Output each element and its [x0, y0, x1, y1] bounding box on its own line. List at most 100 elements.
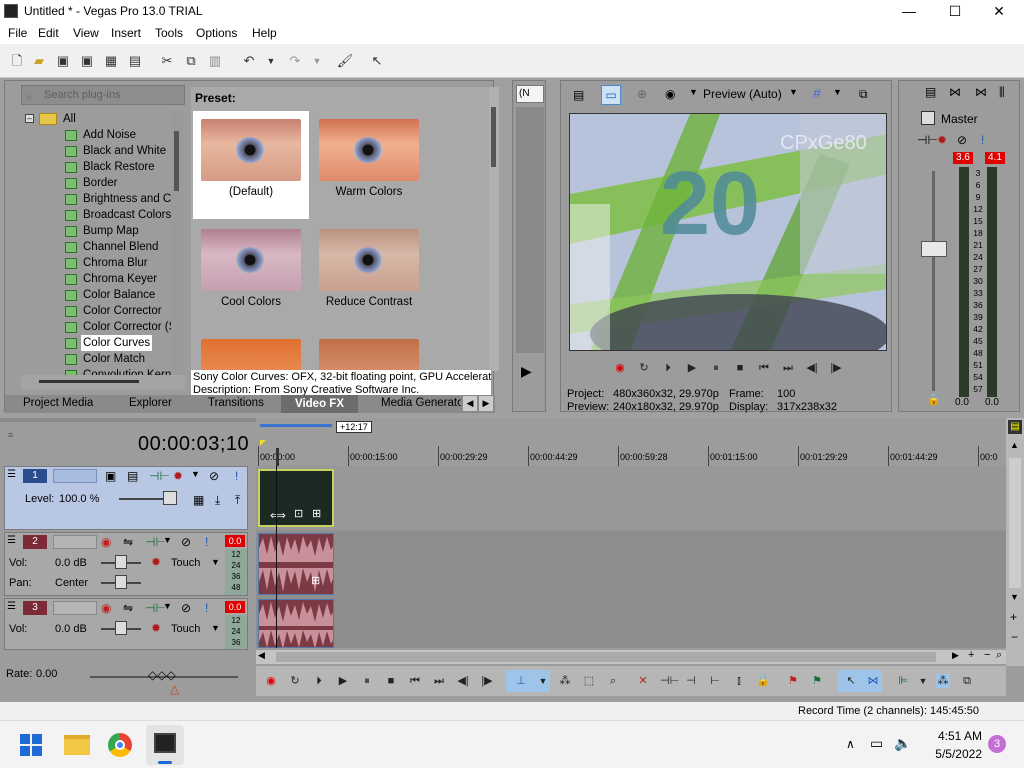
- fx-chain-dropdown-icon[interactable]: ▼: [163, 601, 172, 611]
- zoom-in-horizontal-icon[interactable]: +: [968, 649, 974, 661]
- scroll-down-icon[interactable]: ▼: [1010, 592, 1019, 602]
- preview-props-icon[interactable]: ▤: [573, 88, 584, 102]
- zoom-tool-icon[interactable]: ⌕: [996, 649, 1002, 662]
- insert-marker-icon[interactable]: ⚑: [786, 674, 800, 688]
- zoom-out-horizontal-icon[interactable]: −: [984, 649, 990, 661]
- menu-options[interactable]: Options: [196, 26, 237, 40]
- audio-track-lane[interactable]: [256, 598, 1006, 648]
- event-fx-icon[interactable]: ⊞: [311, 574, 320, 587]
- timeline-ruler[interactable]: +12:17 00:00:0000:00:15:0000:00:29:2900:…: [256, 418, 1006, 466]
- fx-chain-dropdown-icon[interactable]: ▼: [163, 535, 172, 545]
- vol-slider-thumb[interactable]: [115, 621, 127, 635]
- tab-video-fx[interactable]: Video FX: [281, 395, 358, 413]
- menu-insert[interactable]: Insert: [111, 26, 141, 40]
- track-header-video-1[interactable]: ☰ 1 ▣ ▤ ⊣⊢ ✹ ▼ ⊘ ! Level: 100.0 % ▦ ⤓ ⤒: [4, 466, 248, 530]
- tab-media-generators[interactable]: Media Generato: [381, 397, 461, 409]
- preset-reduce-contrast[interactable]: Reduce Contrast: [311, 221, 427, 329]
- cursor-handle[interactable]: [276, 448, 279, 466]
- enable-snapping-icon[interactable]: 🖌: [336, 52, 354, 70]
- invert-phase-icon[interactable]: ⇋: [123, 535, 133, 549]
- tabs-scroll-left-icon[interactable]: ◀: [463, 396, 477, 411]
- automation-icon[interactable]: ✹: [151, 555, 161, 569]
- previous-frame-icon[interactable]: ◀|: [805, 361, 819, 375]
- vegas-taskbar-button[interactable]: [146, 725, 184, 765]
- peak-right-badge[interactable]: 4.1: [985, 152, 1005, 164]
- play-icon[interactable]: ▶: [685, 361, 699, 375]
- volume-icon[interactable]: 🔈: [894, 735, 911, 752]
- track-header-audio-2[interactable]: ☰ 2 ◉ ⇋ ⊣⊢ ▼ ⊘ ! 0.0 Vol: 0.0 dB ✹ Touch…: [4, 532, 248, 596]
- event-fx-icon[interactable]: ⊞: [312, 507, 321, 520]
- overlays-dropdown-icon[interactable]: ▼: [689, 87, 698, 97]
- trim-start-icon[interactable]: ⊣: [684, 674, 698, 688]
- split-screen-icon[interactable]: ⊕: [637, 87, 647, 101]
- properties-icon[interactable]: ▤: [126, 52, 144, 70]
- scroll-left-icon[interactable]: ◀: [258, 650, 265, 661]
- new-file-icon[interactable]: 🗋: [8, 52, 26, 70]
- rate-slider-thumb[interactable]: ◇◇◇: [148, 668, 176, 682]
- save-as-icon[interactable]: ▣: [78, 52, 96, 70]
- external-monitor-icon[interactable]: ▭: [601, 85, 621, 105]
- go-to-start-icon[interactable]: ⏮: [757, 361, 771, 375]
- go-to-end-icon[interactable]: ⏭: [781, 361, 795, 375]
- menu-file[interactable]: File: [8, 26, 27, 40]
- close-button[interactable]: ✕: [976, 0, 1022, 24]
- pan-icon[interactable]: ⊣⊢: [917, 133, 938, 147]
- overlays-icon[interactable]: ◉: [665, 87, 675, 101]
- track-header-audio-3[interactable]: ☰ 3 ◉ ⇋ ⊣⊢ ▼ ⊘ ! 0.0 Vol: 0.0 dB ✹ Touch…: [4, 598, 248, 650]
- move-down-icon[interactable]: ⤓: [215, 493, 220, 508]
- scroll-right-icon[interactable]: ▶: [952, 650, 959, 661]
- search-input[interactable]: ⌕ Search plug-ins: [21, 85, 185, 105]
- automation-icon[interactable]: ✹: [151, 621, 161, 635]
- track-solo-icon[interactable]: !: [205, 601, 208, 615]
- event-pan-crop-icon[interactable]: ⊡: [294, 507, 303, 520]
- timeline-events[interactable]: ⟺ ⊡ ⊞ ⊞: [256, 466, 1006, 648]
- zoom-edit-tool-icon[interactable]: ⌕: [606, 674, 620, 688]
- undo-dropdown-icon[interactable]: ▼: [262, 52, 280, 70]
- trimmer-dropdown[interactable]: (N: [516, 85, 544, 103]
- normal-edit-tool-icon[interactable]: ⊥: [514, 674, 528, 688]
- peak-left-badge[interactable]: 3.6: [953, 152, 973, 164]
- pan-slider-thumb[interactable]: [115, 575, 127, 589]
- stop-icon[interactable]: ■: [384, 674, 398, 688]
- track-name-field[interactable]: [53, 601, 97, 615]
- minimize-button[interactable]: —: [886, 0, 932, 24]
- undo-icon[interactable]: ↶: [240, 52, 258, 70]
- track-solo-icon[interactable]: !: [235, 469, 238, 483]
- next-frame-icon[interactable]: |▶: [829, 361, 843, 375]
- menu-view[interactable]: View: [73, 26, 99, 40]
- paste-icon[interactable]: ▥: [206, 52, 224, 70]
- grid-dropdown-icon[interactable]: ▼: [833, 87, 842, 97]
- composite-icon[interactable]: ▤: [127, 469, 138, 483]
- ripple-dropdown-icon[interactable]: ▼: [916, 674, 930, 688]
- composite-mode-icon[interactable]: ⊣⊢: [149, 469, 170, 483]
- record-icon[interactable]: ◉: [264, 674, 278, 688]
- stop-icon[interactable]: ■: [733, 361, 747, 375]
- zoom-in-vertical-icon[interactable]: +: [1010, 610, 1017, 624]
- track-fx-icon[interactable]: ✹: [173, 469, 183, 483]
- redo-icon[interactable]: ↷: [286, 52, 304, 70]
- record-icon[interactable]: ◉: [613, 361, 627, 375]
- auto-ripple-icon[interactable]: ⊫: [896, 674, 910, 688]
- menu-help[interactable]: Help: [252, 26, 277, 40]
- menu-tools[interactable]: Tools: [155, 26, 183, 40]
- redo-dropdown-icon[interactable]: ▼: [308, 52, 326, 70]
- chrome-icon[interactable]: [108, 733, 132, 757]
- level-slider-thumb[interactable]: [163, 491, 177, 505]
- mixer-props-icon[interactable]: ▤: [925, 85, 936, 99]
- audio-event[interactable]: ⊞: [258, 533, 334, 595]
- meters-icon[interactable]: ⫼: [999, 85, 1005, 100]
- envelope-tool-icon[interactable]: ⁂: [558, 674, 572, 688]
- track-name-field[interactable]: [53, 469, 97, 483]
- clock-date[interactable]: 5/5/2022: [924, 747, 982, 761]
- preview-quality-dropdown[interactable]: Preview (Auto): [703, 87, 782, 101]
- tree-scrollbar[interactable]: [171, 111, 183, 375]
- trimmer-area[interactable]: [516, 107, 544, 353]
- start-icon[interactable]: [20, 734, 42, 756]
- arm-record-icon[interactable]: ◉: [101, 601, 111, 615]
- play-icon[interactable]: ▶: [336, 674, 350, 688]
- master-fader[interactable]: [921, 241, 947, 257]
- parent-compositing-icon[interactable]: ▦: [193, 493, 204, 507]
- split-icon[interactable]: ⫾: [732, 674, 746, 688]
- downmix-icon[interactable]: ⋈: [949, 85, 961, 99]
- preset-item[interactable]: [193, 331, 309, 371]
